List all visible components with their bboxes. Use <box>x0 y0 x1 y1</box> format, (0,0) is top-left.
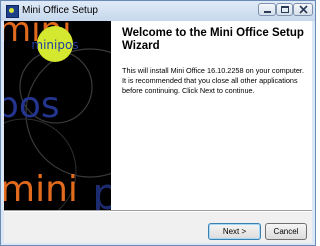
wizard-description: This will install Mini Office 16.10.2258… <box>122 66 304 95</box>
badge-text: minipos <box>31 38 78 52</box>
maximize-icon <box>281 6 289 13</box>
setup-window: Mini Office Setup mini pos minipos <box>0 0 316 246</box>
minimize-icon <box>264 11 271 13</box>
minipos-banner-graphic: mini pos minipos mini p <box>4 21 111 210</box>
wizard-client-area: mini pos minipos mini p Welcome to the M… <box>4 21 312 243</box>
logo-mini-bottom: mini <box>4 169 78 210</box>
app-icon <box>6 5 19 18</box>
logo-pos-middle: pos <box>4 85 60 126</box>
close-button[interactable] <box>293 3 313 16</box>
close-icon <box>299 5 308 14</box>
next-button[interactable]: Next > <box>208 223 261 240</box>
wizard-heading: Welcome to the Mini Office Setup Wizard <box>122 27 304 52</box>
cancel-button[interactable]: Cancel <box>265 223 307 240</box>
title-bar[interactable]: Mini Office Setup <box>1 1 315 21</box>
window-title: Mini Office Setup <box>22 5 98 16</box>
maximize-button[interactable] <box>276 3 293 16</box>
footer-separator <box>4 210 312 212</box>
wizard-banner: mini pos minipos mini p <box>4 21 111 210</box>
wizard-content: Welcome to the Mini Office Setup Wizard … <box>111 21 312 210</box>
minimize-button[interactable] <box>258 3 276 16</box>
logo-p-partial: p <box>92 169 111 210</box>
